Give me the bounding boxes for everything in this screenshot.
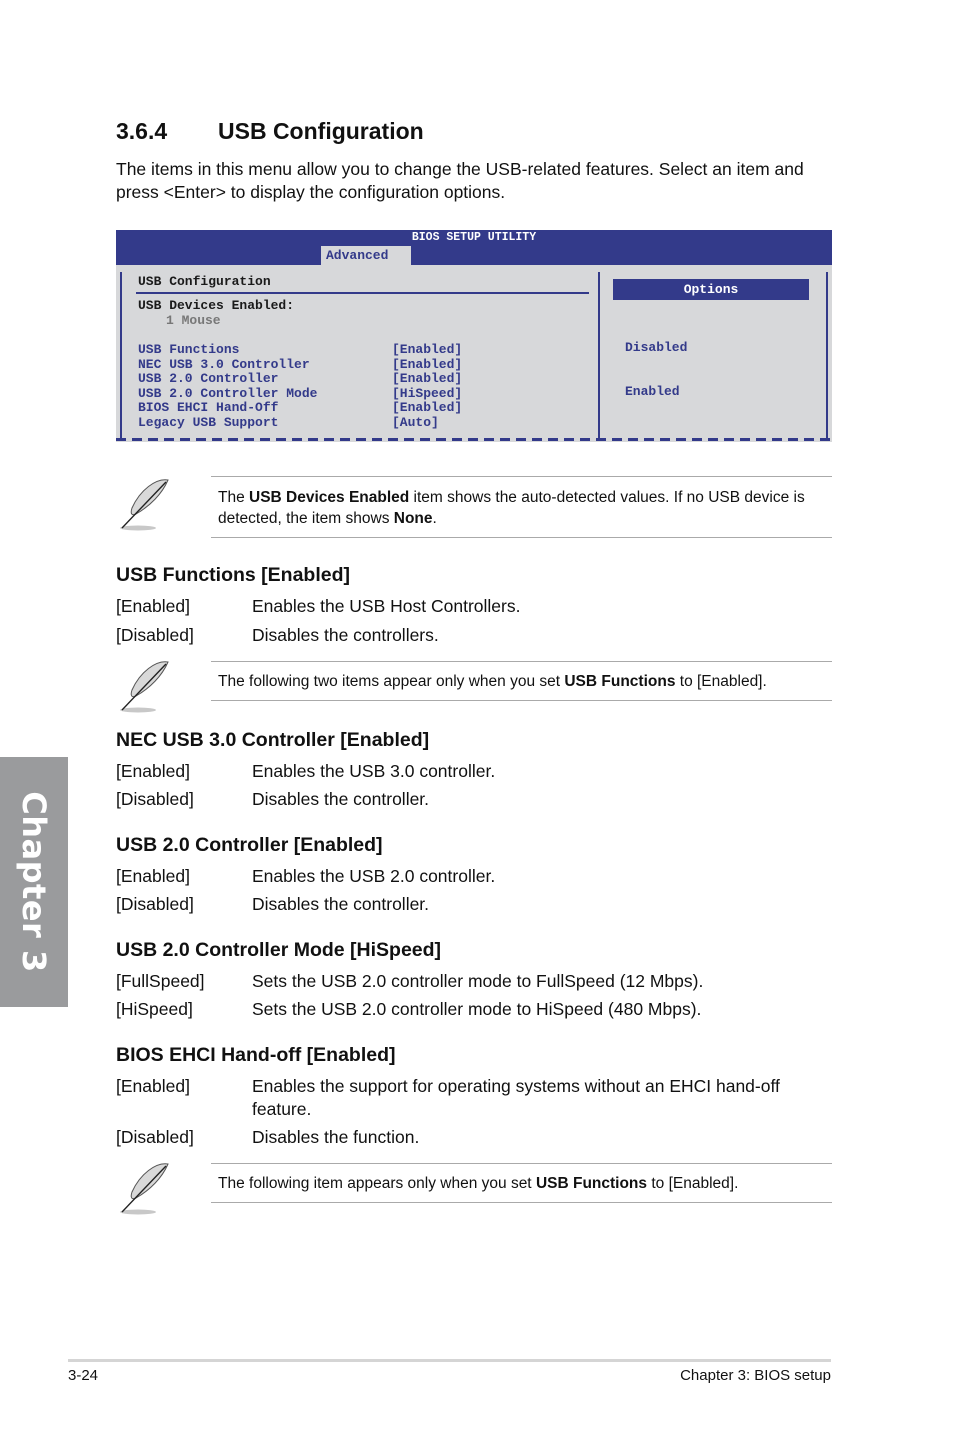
note-box: The USB Devices Enabled item shows the a… <box>211 476 832 538</box>
option-desc: Enables the support for operating system… <box>252 1076 780 1119</box>
note-one-item: The following item appears only when you… <box>116 1160 832 1216</box>
option-heading-nec-usb3: NEC USB 3.0 Controller [Enabled] <box>116 729 430 751</box>
option-key: [Disabled] <box>116 894 194 914</box>
bios-devices-label: USB Devices Enabled: <box>138 298 295 313</box>
bios-item-label: USB 2.0 Controller <box>138 371 279 386</box>
note-text-bold: USB Devices Enabled <box>249 489 410 506</box>
section-heading: 3.6.4 USB Configuration <box>116 118 424 145</box>
bios-panel-divider <box>598 272 600 440</box>
note-text-segment: The following item appears only when you… <box>218 1175 536 1192</box>
note-text-segment: to [Enabled]. <box>675 673 767 690</box>
chapter-side-tab-label: Chapter 3 <box>15 791 53 973</box>
note-text-segment: The <box>218 489 250 506</box>
option-desc: Disables the function. <box>252 1127 420 1147</box>
option-desc: Sets the USB 2.0 controller mode to HiSp… <box>252 999 702 1019</box>
bios-option-enabled[interactable]: Enabled <box>625 384 687 400</box>
bios-item-value: [HiSpeed] <box>392 385 463 401</box>
option-heading-usb2-mode: USB 2.0 Controller Mode [HiSpeed] <box>116 939 442 961</box>
note-text-bold: USB Functions <box>564 673 676 690</box>
option-desc: Enables the USB 3.0 controller. <box>252 761 496 781</box>
feather-note-icon <box>120 661 169 713</box>
option-key: [FullSpeed] <box>116 971 205 991</box>
option-desc: Disables the controller. <box>252 894 430 914</box>
bios-item-value: [Enabled] <box>392 400 463 415</box>
option-key: [Disabled] <box>116 625 194 645</box>
bios-item-label: NEC USB 3.0 Controller <box>138 356 310 372</box>
bios-dashed-edge <box>116 438 832 441</box>
option-desc: Disables the controllers. <box>252 625 439 645</box>
bios-item-value: [Enabled] <box>392 356 463 372</box>
bios-option-disabled[interactable]: Disabled <box>625 340 687 356</box>
bios-item-value: [Enabled] <box>392 371 463 386</box>
note-box: The following item appears only when you… <box>211 1163 832 1203</box>
bios-item-value: [Auto] <box>392 414 439 430</box>
bios-item-label: Legacy USB Support <box>138 414 279 430</box>
section-number: 3.6.4 <box>116 118 168 144</box>
note-two-items: The following two items appear only when… <box>116 658 832 714</box>
footer-rule <box>68 1359 831 1362</box>
feather-note-icon <box>120 479 169 531</box>
option-desc: Disables the controller. <box>252 789 430 809</box>
bios-item-label: BIOS EHCI Hand-Off <box>138 400 279 415</box>
bios-body: USB Configuration USB Devices Enabled: 1… <box>120 272 828 440</box>
note-box: The following two items appear only when… <box>211 661 832 701</box>
note-text-bold: None <box>393 510 433 527</box>
option-key: [Disabled] <box>116 1127 194 1147</box>
note-text-bold: USB Functions <box>535 1175 648 1192</box>
option-heading-ehci-handoff: BIOS EHCI Hand-off [Enabled] <box>116 1044 396 1066</box>
option-heading-usb-functions: USB Functions [Enabled] <box>116 564 350 586</box>
bios-options-header: Options <box>613 279 809 300</box>
note-text: The following item appears only when you… <box>211 1164 832 1194</box>
note-text: The following two items appear only when… <box>211 662 832 692</box>
option-key: [Enabled] <box>116 596 190 616</box>
footer-page-number: 3-24 <box>68 1367 99 1384</box>
note-text: The USB Devices Enabled item shows the a… <box>211 477 832 529</box>
option-desc: Enables the USB Host Controllers. <box>252 596 521 616</box>
bios-options-list: Disabled Enabled <box>625 312 687 428</box>
option-key: [Enabled] <box>116 761 190 781</box>
bios-item-label: USB Functions <box>138 342 240 357</box>
bios-screenshot: BIOS SETUP UTILITY Advanced USB Configur… <box>116 230 832 442</box>
note-text-segment: to [Enabled]. <box>647 1175 739 1192</box>
bios-panel-title: USB Configuration <box>138 274 271 289</box>
feather-note-icon <box>120 1163 169 1215</box>
chapter-side-tab: Chapter 3 <box>0 757 68 1007</box>
note-text-segment: . <box>432 510 437 527</box>
note-usb-devices: The USB Devices Enabled item shows the a… <box>116 476 832 538</box>
option-heading-usb2-controller: USB 2.0 Controller [Enabled] <box>116 834 383 856</box>
bios-title-rule <box>136 292 589 294</box>
bios-item-label: USB 2.0 Controller Mode <box>138 385 318 401</box>
bios-header-bar: BIOS SETUP UTILITY Advanced <box>116 230 832 265</box>
option-key: [Enabled] <box>116 866 190 886</box>
section-title: USB Configuration <box>218 118 424 144</box>
option-key: [Enabled] <box>116 1076 190 1096</box>
footer-chapter-title: Chapter 3: BIOS setup <box>680 1367 831 1384</box>
option-key: [HiSpeed] <box>116 999 193 1019</box>
option-desc: Sets the USB 2.0 controller mode to Full… <box>252 971 704 991</box>
option-key: [Disabled] <box>116 789 194 809</box>
bios-item-value: [Enabled] <box>392 342 463 357</box>
option-desc: Enables the USB 2.0 controller. <box>252 866 496 886</box>
bios-tab-advanced[interactable]: Advanced <box>321 246 411 265</box>
section-intro: The items in this menu allow you to chan… <box>116 159 804 202</box>
note-text-segment: The following two items appear only when… <box>218 673 565 690</box>
bios-devices-value: 1 Mouse <box>166 313 221 328</box>
bios-title: BIOS SETUP UTILITY <box>411 231 537 244</box>
